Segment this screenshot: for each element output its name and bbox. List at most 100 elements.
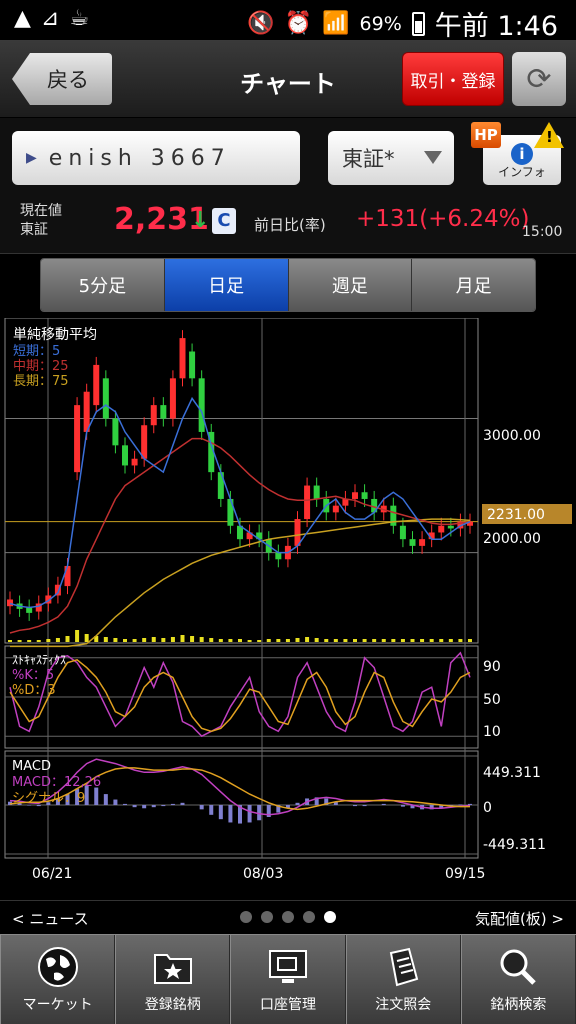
macd-histogram-bar [458,804,463,805]
macd-histogram-bar [218,805,223,820]
macd-histogram-bar [199,805,204,810]
volume-bar [439,639,444,642]
macd-legend-macd: MACD：12,26 [12,775,101,790]
chart-area[interactable]: 単純移動平均 短期：5 中期：25 長期：75 3000.00 2000.00 … [0,318,576,890]
battery-icon [411,11,425,36]
nav-account[interactable]: 口座管理 [230,935,346,1024]
bottom-nav: マーケット 登録銘柄 口座管理 注文照会 銘柄検索 [0,934,576,1024]
volume-bar [27,640,32,642]
macd-histogram-bar [381,803,386,805]
macd-histogram-bar [170,803,175,805]
trade-register-button[interactable]: 取引・登録 [402,52,504,106]
volume-bar [180,635,185,642]
chart-svg: 単純移動平均 短期：5 中期：25 長期：75 3000.00 2000.00 … [4,318,572,882]
nav-watchlist[interactable]: 登録銘柄 [115,935,231,1024]
candle [179,338,186,379]
news-bar: < ニュース 気配値(板) > [0,900,576,934]
nav-search[interactable]: 銘柄検索 [460,935,576,1024]
down-arrow-icon: ↓ [191,208,210,233]
volume-bar [305,637,310,642]
volume-bar [199,637,204,642]
date-label-0621: 06/21 [32,866,72,882]
volume-bar [218,639,223,642]
news-link[interactable]: < ニュース [12,908,89,929]
stoch-title: ｽﾄｷｬｽﾃｨｸｽ [12,653,66,667]
page-dot [261,911,273,923]
volume-bar [132,639,137,642]
volume-bar [381,639,386,642]
volume-bar [36,640,41,642]
page-dot [303,911,315,923]
macd-legend-signal: シグナル：9 [12,791,85,806]
candle [64,565,71,587]
stoch-tick-10: 10 [483,724,501,740]
volume-bar [400,639,405,642]
volume-bar [448,639,453,642]
page-dot [282,911,294,923]
page-dot [240,911,252,923]
volume-bar [324,639,329,642]
macd-histogram-bar [228,805,233,823]
volume-bar [238,639,242,642]
candle [26,607,33,613]
order-book-link[interactable]: 気配値(板) > [475,908,564,929]
cup-icon: ☕ [69,6,90,31]
hp-badge[interactable]: HP [471,122,501,148]
macd-histogram-bar [123,803,127,805]
nav-market[interactable]: マーケット [0,935,116,1024]
volume-bar [55,638,60,642]
date-label-0803: 08/03 [243,866,283,882]
volume-bar [420,639,425,642]
macd-histogram-bar [151,805,156,808]
main-chart-title: 単純移動平均 [13,327,97,343]
macd-histogram-bar [353,805,357,807]
chevron-down-icon [424,151,442,164]
volume-bar [429,639,434,642]
nav-market-label: マーケット [22,997,93,1013]
candle [313,485,320,499]
clock-time: 午前 1:46 [434,11,558,42]
volume-bar [276,639,281,642]
macd-histogram-bar [113,799,118,805]
refresh-icon: ⟳ [526,61,552,97]
magnifier-icon [500,949,537,985]
stoch-tick-50: 50 [483,692,501,708]
candle [160,405,167,419]
closing-flag: C [212,208,236,234]
market-select[interactable]: 東証* [328,131,454,185]
app-header: 戻る チャート 取引・登録 ⟳ [0,40,576,118]
warning-icon: ▲ [14,6,31,31]
candle [122,445,128,466]
macd-title: MACD [12,759,51,774]
tab-daily[interactable]: 日足 [164,259,289,311]
volume-bar [343,639,348,642]
candle [74,405,81,473]
candle [150,405,157,426]
volume-bar [46,639,51,642]
candle [361,492,368,499]
back-button[interactable]: 戻る [12,53,112,105]
refresh-button[interactable]: ⟳ [512,52,566,106]
stock-selector[interactable]: ▶ enish 3667 [12,131,300,185]
macd-histogram-bar [132,805,137,808]
macd-tick-top: 449.311 [483,765,541,781]
candle [93,364,100,406]
tab-monthly[interactable]: 月足 [412,259,535,311]
volume-bar [295,638,300,642]
candle [419,539,426,546]
candle [409,539,416,546]
mute-icon: 🔇 [247,11,275,36]
legend-long: 長期：75 [13,374,69,389]
candle [332,505,339,513]
warning-badge-icon: ! [534,122,564,148]
nav-orders[interactable]: 注文照会 [345,935,461,1024]
play-icon: ▶ [26,150,37,166]
volume-bar [468,639,472,642]
tab-weekly[interactable]: 週足 [288,259,413,311]
current-price-tag-text: 2231.00 [487,507,545,523]
volume-bar [103,637,108,642]
tab-5min[interactable]: 5分足 [41,259,165,311]
volume-bar [209,638,214,642]
candle [141,425,148,459]
star-folder-icon [153,954,192,984]
